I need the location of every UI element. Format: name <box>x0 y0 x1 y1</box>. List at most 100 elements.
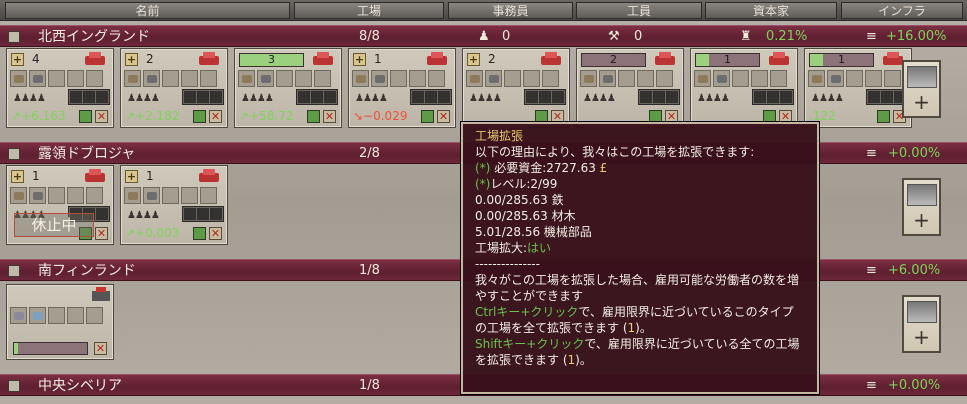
factory-picture <box>907 66 937 88</box>
empty-slot <box>67 307 84 324</box>
col-infrastructure[interactable]: インフラ <box>841 2 963 19</box>
expand-factory-button[interactable]: + <box>125 170 138 183</box>
railroad-icon: ≡ <box>866 29 877 44</box>
factory-card[interactable]: ✕ <box>6 284 114 360</box>
empty-slot <box>637 70 654 87</box>
empty-slot <box>428 70 445 87</box>
close-factory-button[interactable]: ✕ <box>94 342 107 355</box>
close-factory-button[interactable]: ✕ <box>437 110 450 123</box>
factory-profit: ↗+0.003 <box>125 226 180 240</box>
pop-icons: ♟♟♟♟ <box>697 93 730 104</box>
factory-level-bar[interactable]: 3 <box>239 53 304 67</box>
close-factory-button[interactable]: ✕ <box>95 227 108 240</box>
req-mark: (*) <box>475 161 491 175</box>
closed-label: 休止中 <box>14 213 94 237</box>
tooltip-line: 5.01/28.56 機械部品 <box>475 225 592 239</box>
state-row[interactable]: 北西イングランド 8/8 ♟ 0 ⚒ 0 ♜ 0.21% ≡ +16.00% <box>0 25 967 47</box>
empty-slot <box>162 70 179 87</box>
factory-level-bar[interactable]: 1 <box>695 53 760 67</box>
employment-bars <box>182 206 224 222</box>
expand-factory-button[interactable]: + <box>467 53 480 66</box>
employment-bars <box>296 89 338 105</box>
col-factories[interactable]: 工場 <box>294 2 444 19</box>
subsidize-toggle[interactable] <box>193 227 206 240</box>
factory-card[interactable]: 1 ♟♟♟♟ .122 ✕ <box>804 48 912 128</box>
empty-slot <box>751 70 768 87</box>
empty-slot <box>390 70 407 87</box>
output-good-icon <box>424 49 450 69</box>
input-good-icon <box>29 70 46 87</box>
factory-count: 8/8 <box>359 29 380 44</box>
capitalists-value: 0.21% <box>766 29 808 44</box>
subsidize-toggle[interactable] <box>79 110 92 123</box>
col-workers[interactable]: 工員 <box>576 2 702 19</box>
subsidize-toggle[interactable] <box>193 110 206 123</box>
factory-level-bar[interactable]: 1 <box>809 53 874 67</box>
expand-factory-button[interactable]: + <box>353 53 366 66</box>
factory-level: 2 <box>610 53 617 66</box>
factory-card[interactable]: +2 ♟♟♟♟ ↗+2.182 ✕ <box>120 48 228 128</box>
empty-slot <box>504 70 521 87</box>
state-toggle-icon[interactable] <box>8 31 20 43</box>
pop-icons: ♟♟♟♟ <box>13 93 46 104</box>
close-factory-button[interactable]: ✕ <box>323 110 336 123</box>
expand-value: はい <box>527 241 552 255</box>
expand-factory-button[interactable]: + <box>125 53 138 66</box>
factory-card[interactable]: +2 ♟♟♟♟ ✕ <box>462 48 570 128</box>
factory-card[interactable]: +1 ♟♟♟♟ ↘−0.029 ✕ <box>348 48 456 128</box>
factory-profit: ↗+6.163 <box>11 109 66 123</box>
output-good-icon <box>82 166 108 186</box>
infra-value: +16.00% <box>886 29 947 44</box>
subsidize-toggle[interactable] <box>307 110 320 123</box>
build-factory-button[interactable]: + <box>902 295 941 353</box>
shift-hint-end: )。 <box>575 353 592 367</box>
empty-slot <box>67 70 84 87</box>
expand-factory-button[interactable]: + <box>11 170 24 183</box>
factory-profit: ↘−0.029 <box>353 109 408 123</box>
factory-card[interactable]: 1 ♟♟♟♟ ✕ <box>690 48 798 128</box>
plus-icon: + <box>913 208 930 232</box>
col-clerks[interactable]: 事務員 <box>448 2 573 19</box>
empty-slot <box>276 70 293 87</box>
tooltip-line: (*) 必要資金:2727.63 £ <box>475 160 805 176</box>
factory-card[interactable]: 3 ♟♟♟♟ ↗+58.72 ✕ <box>234 48 342 128</box>
output-good-icon <box>766 49 792 69</box>
infra-value: +0.00% <box>888 146 941 161</box>
ctrl-hint-end: )。 <box>635 321 652 335</box>
workers-value: 0 <box>634 29 643 44</box>
factory-card[interactable]: +1 ♟♟♟♟ ↗+0.003 ✕ <box>120 165 228 245</box>
state-name: 露領ドブロジャ <box>38 146 136 162</box>
close-factory-button[interactable]: ✕ <box>209 227 222 240</box>
col-capitalists[interactable]: 資本家 <box>705 2 837 19</box>
factory-count: 1/8 <box>359 378 380 393</box>
factory-card[interactable]: 2 ♟♟♟♟ ✕ <box>576 48 684 128</box>
worker-icon: ⚒ <box>608 29 620 44</box>
empty-slot <box>162 187 179 204</box>
factory-card[interactable]: +4 ♟♟♟♟ ↗+6.163 ✕ <box>6 48 114 128</box>
input-good-icon <box>124 187 141 204</box>
railroad-icon: ≡ <box>866 263 877 278</box>
close-factory-button[interactable]: ✕ <box>95 110 108 123</box>
empty-slot <box>86 187 103 204</box>
input-good-icon <box>257 70 274 87</box>
build-factory-button[interactable]: + <box>902 60 941 118</box>
subsidize-toggle[interactable] <box>421 110 434 123</box>
infra-value: +6.00% <box>888 263 941 278</box>
input-good-icon <box>827 70 844 87</box>
expand-factory-button[interactable]: + <box>11 53 24 66</box>
output-good-icon <box>652 49 678 69</box>
state-toggle-icon[interactable] <box>8 148 20 160</box>
expand-factory-tooltip: 工場拡張 以下の理由により、我々はこの工場を拡張できます: (*) 必要資金:2… <box>461 122 819 394</box>
empty-slot <box>656 70 673 87</box>
close-factory-button[interactable]: ✕ <box>209 110 222 123</box>
state-toggle-icon[interactable] <box>8 380 20 392</box>
state-toggle-icon[interactable] <box>8 265 20 277</box>
col-name[interactable]: 名前 <box>5 2 290 19</box>
build-factory-button[interactable]: + <box>902 178 941 236</box>
factory-level-bar[interactable]: 2 <box>581 53 646 67</box>
infra-value: +0.00% <box>888 378 941 393</box>
input-good-icon <box>10 307 27 324</box>
empty-slot <box>542 70 559 87</box>
pound-icon: £ <box>599 161 608 175</box>
subsidize-toggle[interactable] <box>877 110 890 123</box>
